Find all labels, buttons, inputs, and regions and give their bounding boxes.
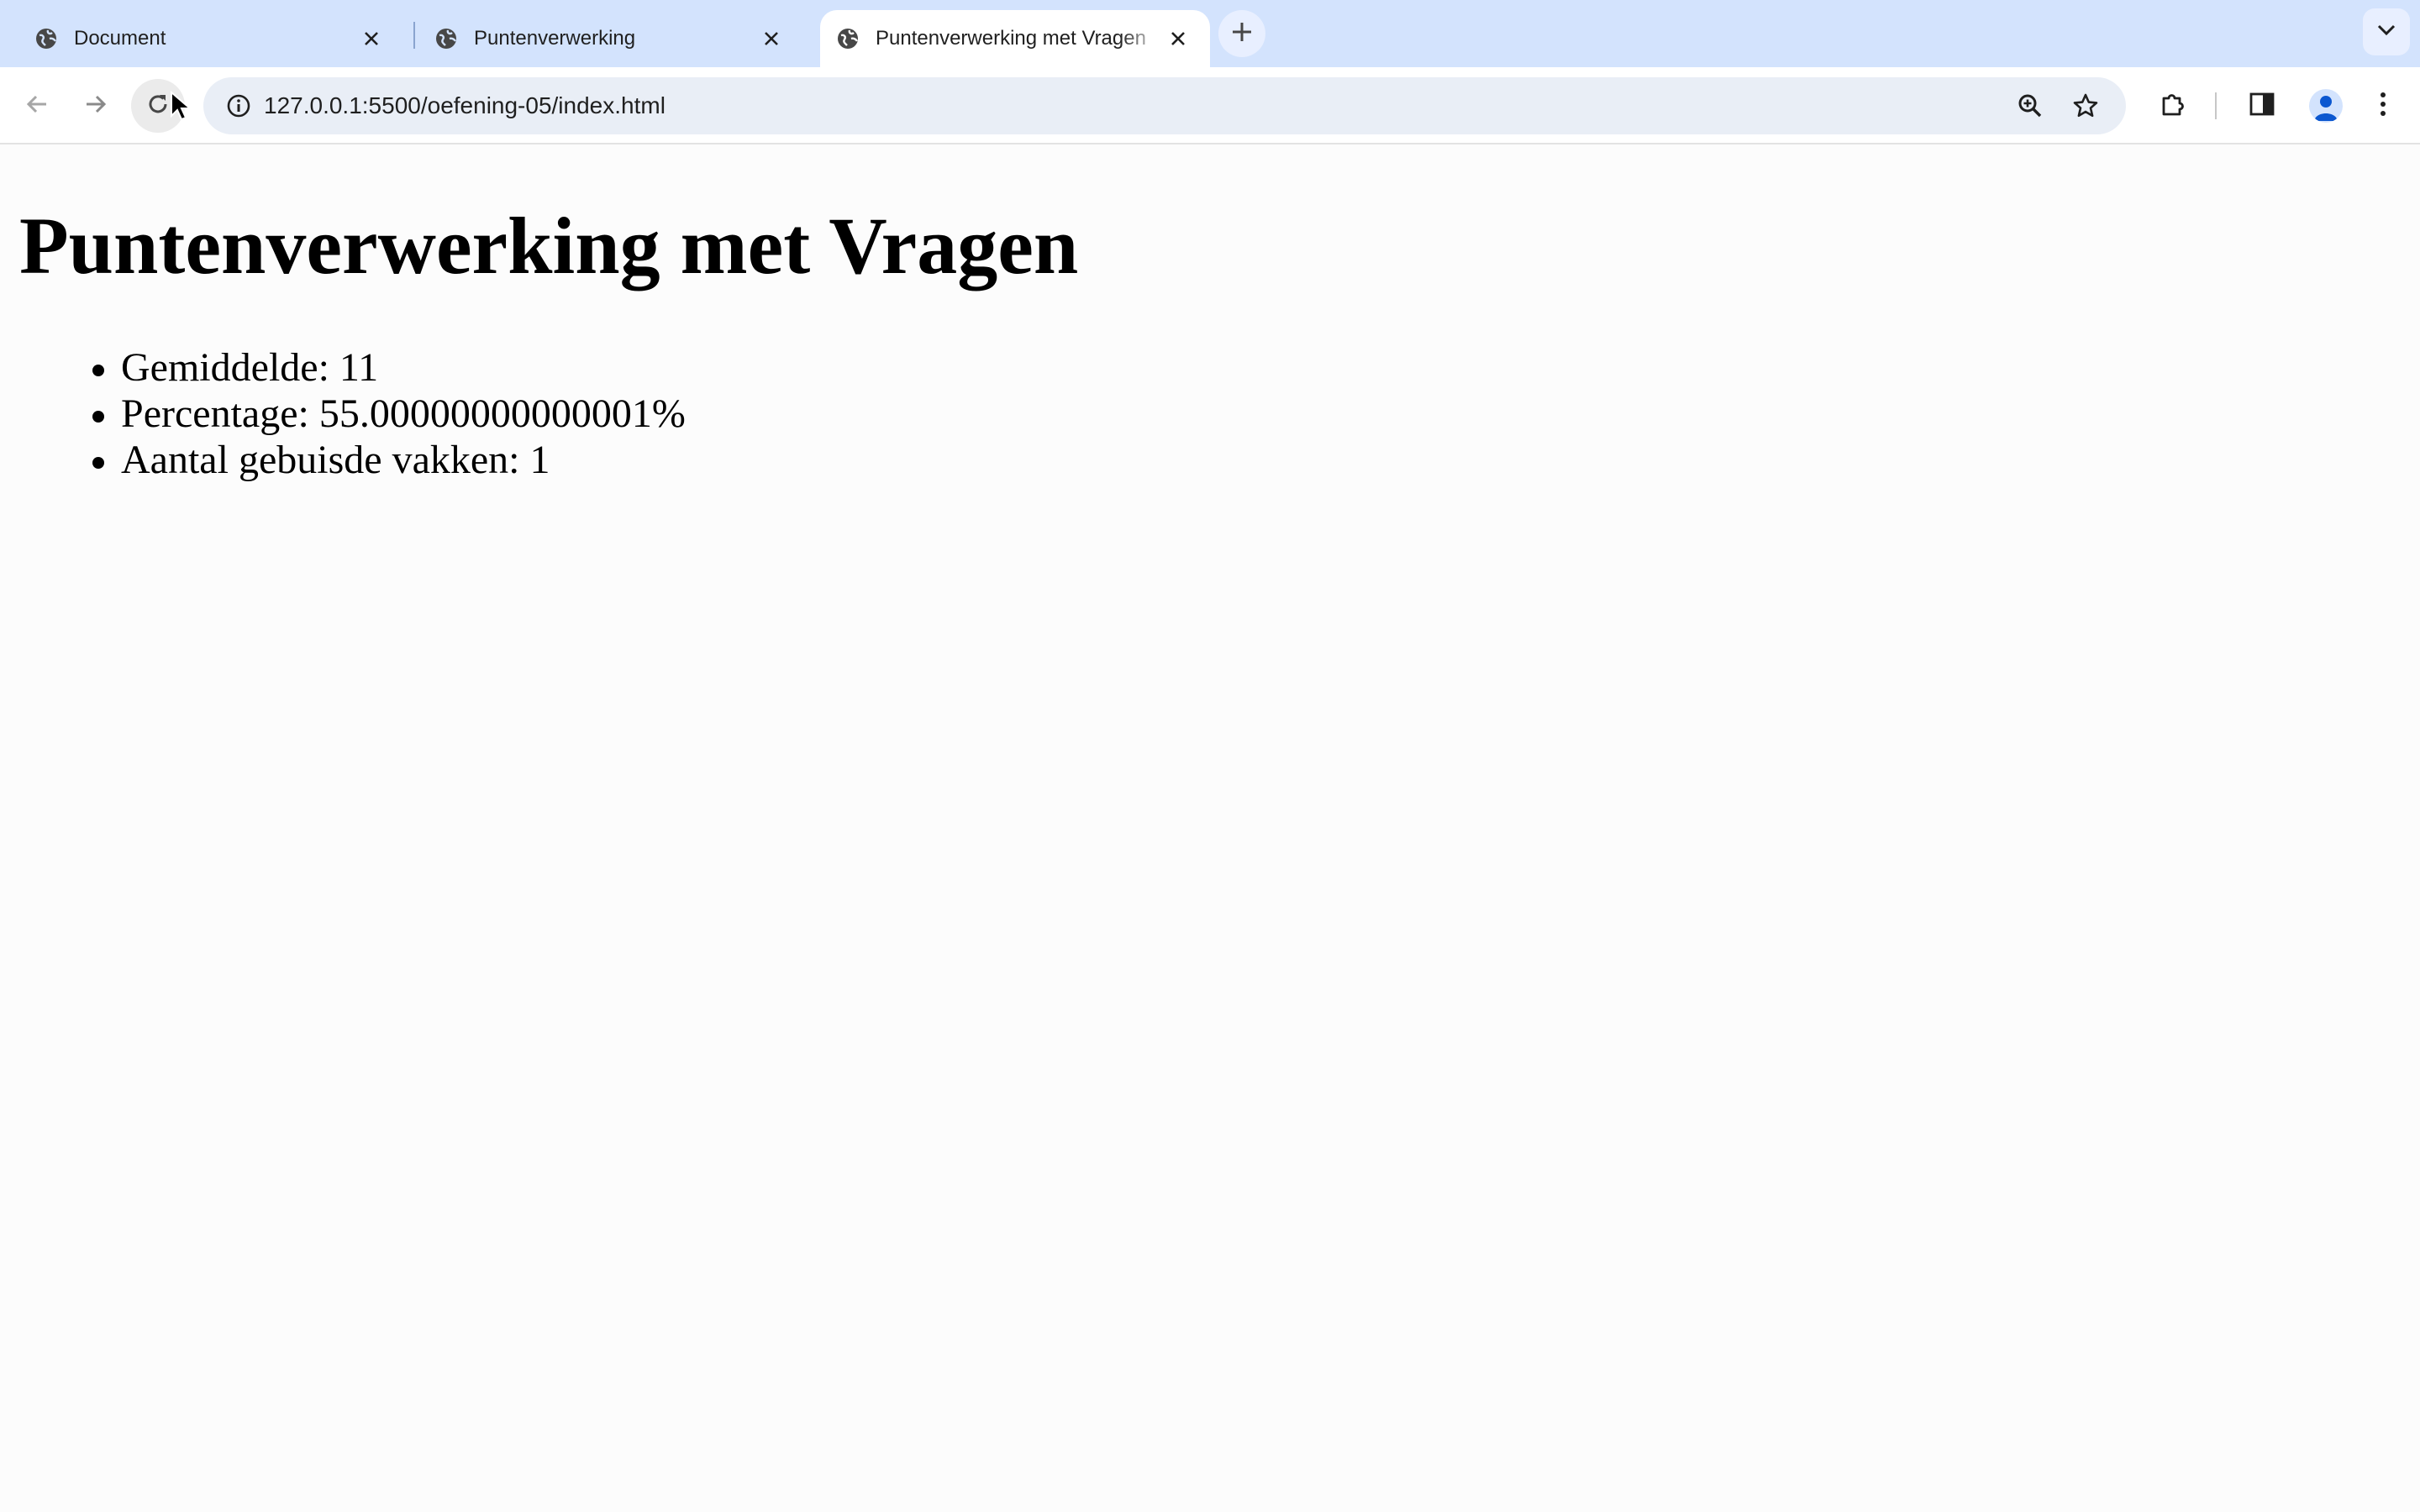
star-icon[interactable] (2062, 82, 2109, 129)
list-item-percentage: Percentage: 55.00000000000001% (92, 391, 686, 436)
toolbar-divider (2215, 92, 2217, 119)
reload-icon (145, 92, 171, 121)
tab-title: Puntenverwerking met Vragen (876, 27, 1146, 50)
globe-icon (434, 26, 459, 51)
tab-puntenverwerking[interactable]: Puntenverwerking (400, 10, 803, 67)
puzzle-icon (2159, 90, 2187, 123)
close-icon[interactable] (756, 24, 786, 54)
browser-toolbar: 127.0.0.1:5500/oefening-05/index.html (0, 67, 2420, 144)
close-icon[interactable] (1163, 24, 1193, 54)
zoom-in-icon[interactable] (2007, 82, 2054, 129)
back-button[interactable] (10, 79, 64, 133)
menu-button[interactable] (2356, 79, 2410, 133)
side-panel-icon (2249, 92, 2275, 121)
tab-document[interactable]: Document (0, 10, 403, 67)
page-content: Puntenverwerking met Vragen Gemiddelde: … (0, 146, 2420, 1512)
kebab-menu-icon (2379, 91, 2387, 122)
forward-button[interactable] (69, 79, 123, 133)
address-bar[interactable]: 127.0.0.1:5500/oefening-05/index.html (203, 77, 2126, 134)
tab-title: Document (74, 27, 166, 50)
tab-strip: Document Puntenverwerking Puntenverwerki… (0, 0, 2420, 67)
side-panel-button[interactable] (2235, 79, 2289, 133)
profile-button[interactable] (2299, 79, 2353, 133)
extensions-button[interactable] (2146, 79, 2200, 133)
list-item-gemiddelde: Gemiddelde: 11 (92, 344, 686, 391)
url-text[interactable]: 127.0.0.1:5500/oefening-05/index.html (264, 77, 666, 134)
results-list: Gemiddelde: 11 Percentage: 55.0000000000… (92, 344, 686, 483)
tab-title: Puntenverwerking (474, 27, 636, 50)
plus-icon (1231, 21, 1253, 47)
chevron-down-icon (2377, 24, 2396, 40)
tab-search-button[interactable] (2363, 8, 2410, 55)
globe-icon (34, 26, 59, 51)
person-icon (2309, 89, 2343, 123)
page-heading: Puntenverwerking met Vragen (19, 201, 1079, 291)
reload-button[interactable] (131, 79, 185, 133)
info-icon[interactable] (215, 82, 262, 129)
tab-puntenverwerking-met-vragen[interactable]: Puntenverwerking met Vragen (820, 10, 1210, 67)
close-icon[interactable] (356, 24, 387, 54)
new-tab-button[interactable] (1218, 10, 1265, 57)
arrow-right-icon (83, 92, 108, 121)
list-item-gebuisde-vakken: Aantal gebuisde vakken: 1 (92, 437, 686, 483)
arrow-left-icon (24, 92, 50, 121)
globe-icon (835, 26, 860, 51)
